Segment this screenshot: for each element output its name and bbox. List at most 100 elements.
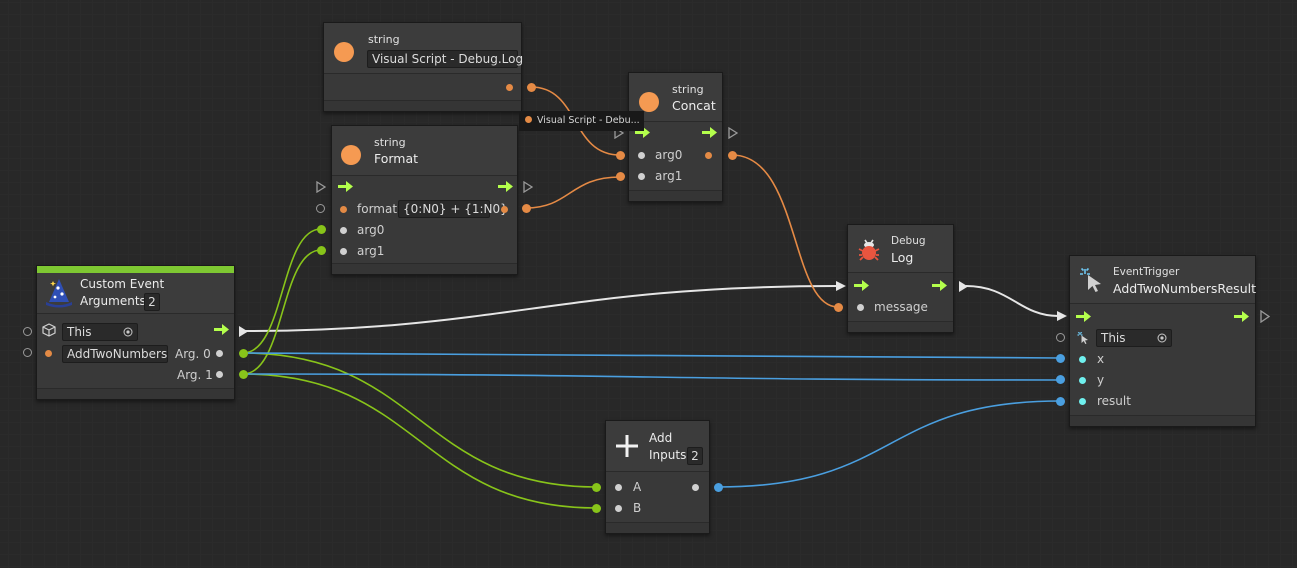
flow-wire-log-to-trigger[interactable] [965, 285, 1059, 317]
a-input-connector[interactable] [592, 483, 601, 492]
node-footer [324, 100, 521, 111]
format-out-connector[interactable] [522, 204, 531, 213]
value-wire-add-to-result[interactable] [717, 400, 1061, 488]
arg0-port-dot [638, 152, 645, 159]
target-value: This [1101, 331, 1126, 345]
a-port-dot [615, 484, 622, 491]
flow-input-connector[interactable] [316, 181, 326, 193]
format-port-dot [340, 206, 347, 213]
arg1-port-dot [638, 173, 645, 180]
add-node[interactable]: Add Inputs 2 A B [605, 420, 710, 534]
b-input-connector[interactable] [592, 504, 601, 513]
node-kind-label: string [368, 33, 400, 46]
arg1-output-connector[interactable] [239, 370, 248, 379]
arg0-output-connector[interactable] [239, 349, 248, 358]
object-picker-icon[interactable] [123, 327, 133, 337]
orange-circle-icon [341, 145, 361, 165]
message-port-dot [857, 304, 864, 311]
add-output-dot[interactable] [692, 484, 699, 491]
inputs-label: Inputs [649, 448, 687, 462]
a-port-label: A [633, 480, 642, 494]
string-literal-out-connector[interactable] [527, 83, 536, 92]
arguments-count-field[interactable]: 2 [144, 293, 160, 311]
b-port-dot [615, 505, 622, 512]
concat-out-connector[interactable] [728, 151, 737, 160]
string-wire-format-to-concat[interactable] [525, 176, 621, 209]
x-input-connector[interactable] [1056, 354, 1065, 363]
concat-output-dot[interactable] [705, 152, 712, 159]
arg0-input-connector[interactable] [317, 225, 326, 234]
flow-input-arrow-icon[interactable] [854, 280, 869, 291]
name-input-connector[interactable] [23, 348, 32, 357]
event-trigger-node[interactable]: EventTrigger AddTwoNumbersResult This x … [1069, 255, 1256, 427]
node-kind-label: Debug [891, 235, 926, 247]
object-picker-icon[interactable] [1157, 333, 1167, 343]
flow-output-connector[interactable] [958, 280, 969, 293]
custom-event-node[interactable]: Custom Event Arguments 2 This AddTwoNumb… [36, 265, 235, 400]
flow-output-arrow-icon[interactable] [214, 324, 229, 335]
number-wire-arg0-to-add[interactable] [242, 352, 597, 488]
string-literal-node[interactable]: string Visual Script - Debug.Log [323, 22, 523, 112]
target-input-connector[interactable] [1056, 333, 1065, 342]
node-footer [1070, 415, 1255, 426]
flow-output-arrow-icon[interactable] [932, 280, 947, 291]
string-wire-concat-to-log[interactable] [731, 154, 839, 308]
flow-output-connector[interactable] [238, 325, 249, 338]
y-port-dot [1079, 377, 1086, 384]
flow-input-arrow-icon[interactable] [338, 181, 353, 192]
node-footer [606, 522, 709, 533]
message-input-connector[interactable] [834, 303, 843, 312]
value-wire-arg1-to-y[interactable] [242, 373, 1061, 381]
string-output-port[interactable] [506, 84, 513, 91]
inputs-count-field[interactable]: 2 [687, 447, 703, 465]
event-name-field[interactable]: AddTwoNumbers [62, 345, 168, 363]
concat-arg0-connector[interactable] [616, 151, 625, 160]
string-value-field[interactable]: Visual Script - Debug.Log [367, 50, 523, 68]
target-input-connector[interactable] [23, 327, 32, 336]
tooltip-dot [525, 116, 532, 123]
value-wire-arg0-to-x[interactable] [242, 352, 1061, 359]
node-footer [332, 263, 517, 274]
target-field[interactable]: This [1096, 329, 1172, 347]
format-input-connector[interactable] [316, 204, 325, 213]
add-out-connector[interactable] [714, 483, 723, 492]
flow-output-connector[interactable] [523, 181, 533, 193]
flow-wire-event-to-log[interactable] [243, 285, 839, 332]
orange-circle-icon [639, 92, 659, 112]
cursor-sparkle-icon [1077, 331, 1088, 344]
concat-node[interactable]: string Concat arg0 arg1 [628, 72, 723, 202]
flow-wire-arrow [836, 281, 846, 291]
format-output-dot[interactable] [501, 206, 508, 213]
arg0-port-label: arg0 [655, 148, 683, 162]
flow-output-arrow-icon[interactable] [498, 181, 513, 192]
arg1-port-dot [340, 248, 347, 255]
arg1-input-connector[interactable] [317, 246, 326, 255]
y-input-connector[interactable] [1056, 375, 1065, 384]
flow-output-arrow-icon[interactable] [702, 127, 717, 138]
flow-input-arrow-icon[interactable] [1076, 311, 1091, 322]
x-port-dot [1079, 356, 1086, 363]
arg0-output-dot[interactable] [216, 350, 223, 357]
node-title: AddTwoNumbersResult [1113, 281, 1256, 296]
node-title: Concat [672, 98, 716, 113]
arg1-port-label: arg1 [655, 169, 683, 183]
arg1-output-dot[interactable] [216, 371, 223, 378]
orange-circle-icon [334, 42, 354, 62]
format-value-field[interactable]: {0:N0} + {1:N0} [398, 200, 508, 218]
concat-arg1-connector[interactable] [616, 172, 625, 181]
format-node[interactable]: string Format format {0:N0} + {1:N0} arg… [331, 125, 518, 275]
node-footer [848, 321, 953, 332]
result-input-connector[interactable] [1056, 397, 1065, 406]
debug-log-node[interactable]: Debug Log message [847, 224, 954, 333]
format-port-label: format [357, 202, 398, 216]
number-wire-arg1-to-add[interactable] [242, 373, 597, 509]
flow-output-connector[interactable] [1260, 310, 1270, 323]
arguments-label: Arguments [80, 294, 146, 308]
flow-output-connector[interactable] [728, 127, 738, 139]
target-field[interactable]: This [62, 323, 138, 341]
number-wire-arg0-to-format[interactable] [242, 228, 322, 354]
flow-output-arrow-icon[interactable] [1234, 311, 1249, 322]
message-port-label: message [874, 300, 928, 314]
flow-wire-arrow [1057, 311, 1067, 321]
plus-icon [616, 435, 638, 457]
